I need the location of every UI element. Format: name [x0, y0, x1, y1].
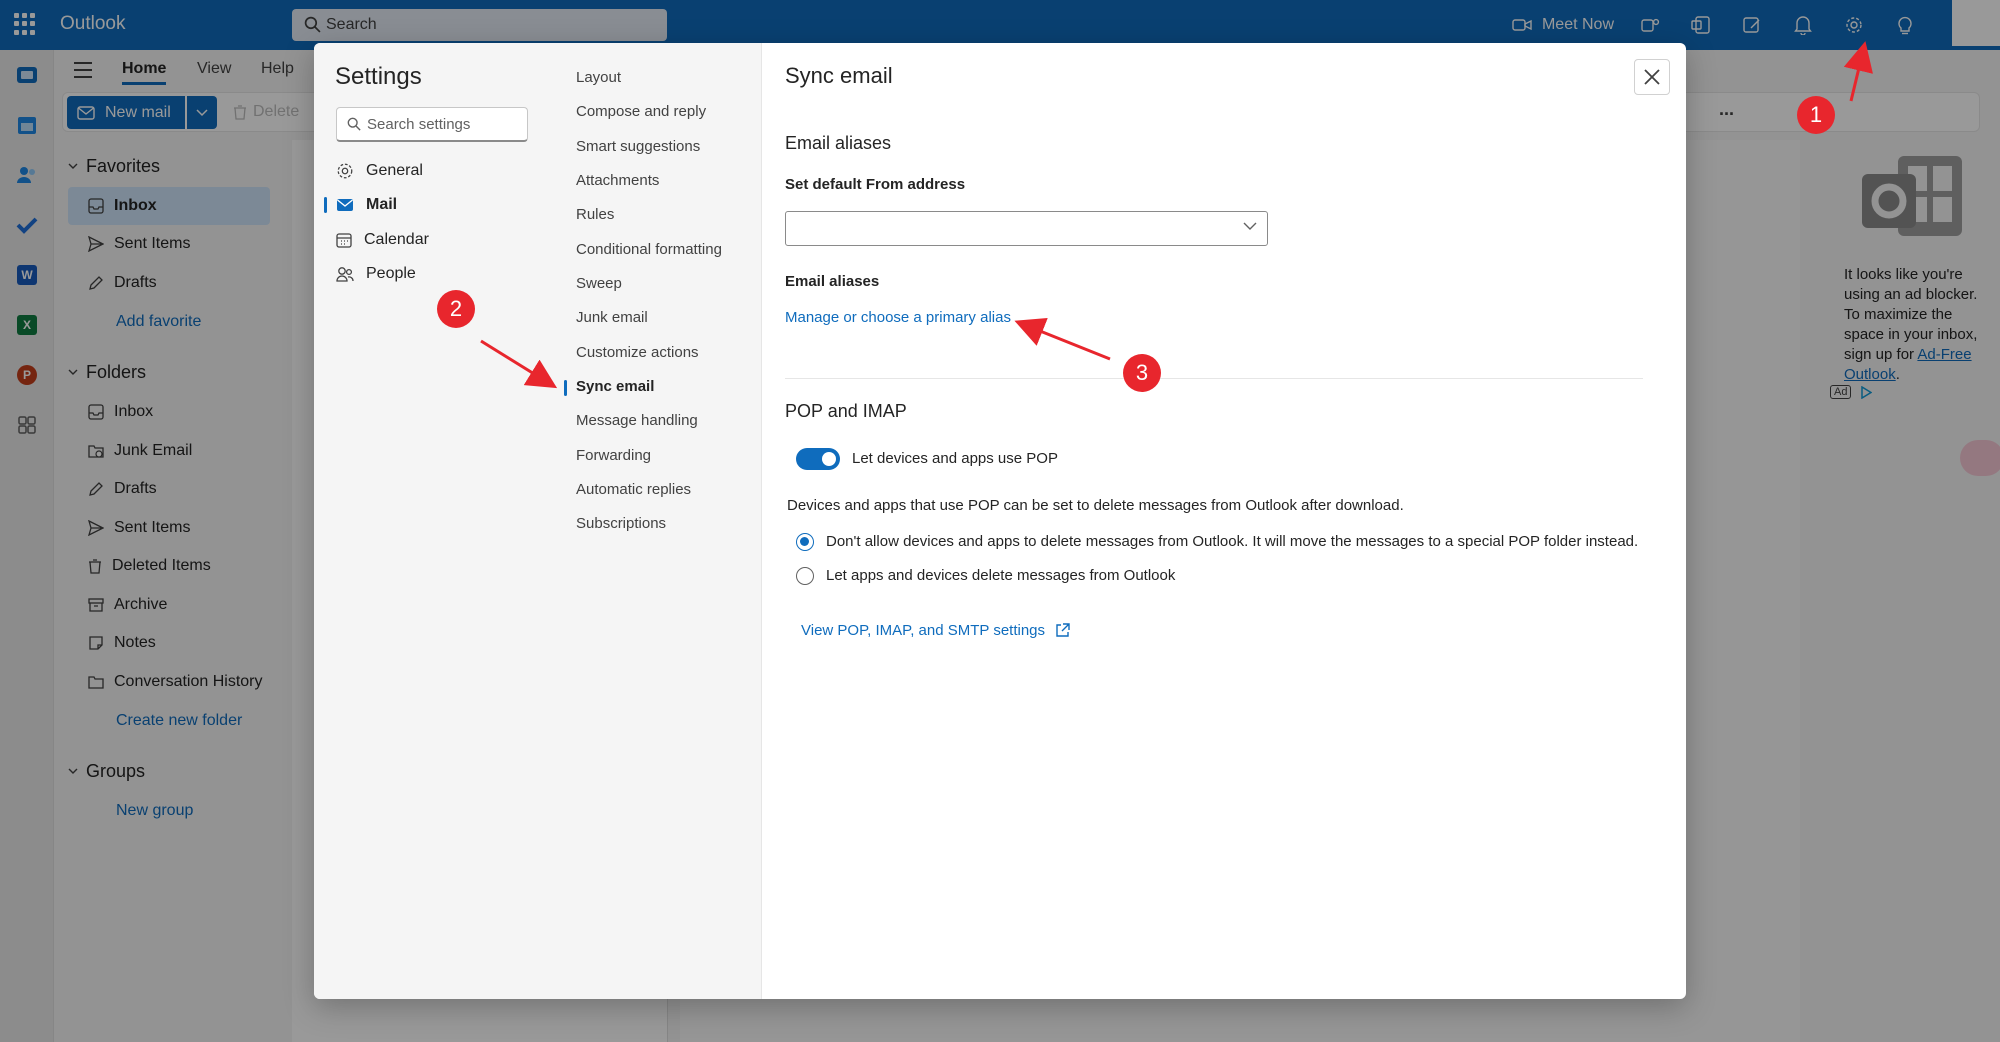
radio-dont-allow-delete[interactable]	[796, 533, 814, 551]
default-from-dropdown[interactable]	[785, 211, 1268, 246]
sync-email-title: Sync email	[785, 63, 893, 88]
settings-search-placeholder: Search settings	[367, 116, 471, 133]
section-conditional-formatting[interactable]: Conditional formatting	[576, 241, 722, 258]
category-people[interactable]: People	[328, 258, 534, 290]
external-link-icon	[1056, 623, 1070, 637]
category-calendar[interactable]: Calendar	[328, 224, 534, 256]
radio-dont-allow-delete-label: Don't allow devices and apps to delete m…	[826, 533, 1639, 550]
chevron-down-icon	[1243, 222, 1257, 230]
annotation-marker-2: 2	[437, 290, 475, 328]
section-forwarding[interactable]: Forwarding	[576, 447, 651, 464]
pop-imap-heading: POP and IMAP	[785, 401, 907, 421]
email-aliases-heading: Email aliases	[785, 133, 892, 153]
section-attachments[interactable]: Attachments	[576, 172, 659, 189]
search-icon	[347, 117, 361, 131]
section-divider	[785, 378, 1643, 379]
view-pop-imap-smtp-link[interactable]: View POP, IMAP, and SMTP settings	[801, 622, 1070, 639]
section-junk-email[interactable]: Junk email	[576, 309, 648, 326]
annotation-marker-1: 1	[1797, 96, 1835, 134]
default-from-label: Set default From address	[785, 176, 966, 193]
section-customize-actions[interactable]: Customize actions	[576, 344, 699, 361]
settings-dialog: Settings Search settings General Mail Ca…	[314, 43, 1686, 999]
settings-categories: Settings Search settings General Mail Ca…	[314, 43, 548, 999]
category-general-label: General	[366, 162, 423, 179]
close-button[interactable]	[1634, 59, 1670, 95]
section-compose-and-reply[interactable]: Compose and reply	[576, 103, 706, 120]
section-smart-suggestions[interactable]: Smart suggestions	[576, 138, 700, 155]
view-settings-label: View POP, IMAP, and SMTP settings	[801, 622, 1046, 639]
section-sync-email[interactable]: Sync email	[563, 378, 654, 396]
annotation-marker-3: 3	[1123, 354, 1161, 392]
settings-title: Settings	[335, 63, 422, 90]
section-layout[interactable]: Layout	[576, 69, 621, 86]
section-automatic-replies[interactable]: Automatic replies	[576, 481, 691, 498]
envelope-icon	[337, 199, 353, 211]
settings-search-input[interactable]: Search settings	[336, 107, 528, 142]
section-message-handling[interactable]: Message handling	[576, 412, 698, 429]
pop-toggle-label: Let devices and apps use POP	[852, 450, 1058, 467]
category-mail[interactable]: Mail	[324, 189, 534, 221]
pop-toggle[interactable]	[796, 448, 840, 470]
section-rules[interactable]: Rules	[576, 206, 614, 223]
category-calendar-label: Calendar	[364, 231, 429, 248]
category-people-label: People	[366, 265, 416, 282]
calendar-icon	[336, 233, 352, 248]
people-icon	[336, 267, 354, 282]
email-aliases-label: Email aliases	[785, 273, 880, 290]
category-general[interactable]: General	[328, 155, 534, 187]
section-subscriptions[interactable]: Subscriptions	[576, 515, 666, 532]
pop-description: Devices and apps that use POP can be set…	[787, 497, 1404, 514]
manage-alias-link[interactable]: Manage or choose a primary alias	[785, 309, 1011, 326]
radio-allow-delete-label: Let apps and devices delete messages fro…	[826, 567, 1176, 584]
category-mail-label: Mail	[366, 196, 398, 213]
mail-settings-sections: Layout Compose and reply Smart suggestio…	[548, 43, 762, 999]
radio-allow-delete[interactable]	[796, 567, 814, 585]
gear-icon	[337, 163, 353, 179]
close-icon	[1644, 69, 1660, 85]
section-sweep[interactable]: Sweep	[576, 275, 622, 292]
